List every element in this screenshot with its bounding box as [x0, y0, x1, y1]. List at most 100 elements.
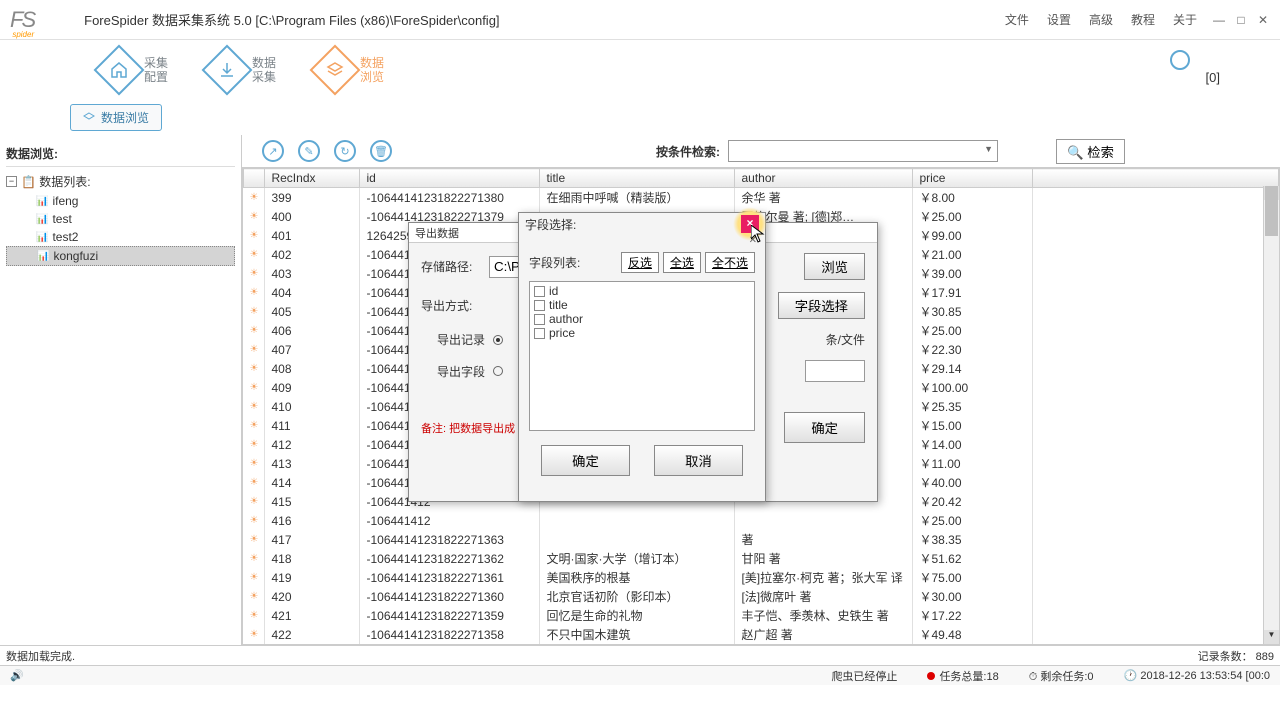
data-browse-button[interactable]: 数据 浏览 [316, 51, 384, 89]
field-item-author[interactable]: author [532, 312, 752, 326]
table-row[interactable]: ☀422-10644141231822271358不只中国木建筑赵广超 著￥49… [244, 625, 1279, 644]
export-mode-label: 导出方式: [421, 297, 481, 314]
field-item-id[interactable]: id [532, 284, 752, 298]
table-row[interactable]: ☀416-106441412￥25.00 [244, 511, 1279, 530]
data-collect-button[interactable]: 数据 采集 [208, 51, 276, 89]
task-total: 任务总量:18 [927, 668, 998, 684]
sun-icon: ☀ [244, 625, 265, 644]
checkbox[interactable] [534, 328, 545, 339]
col-author[interactable]: author [735, 169, 913, 188]
field-item-price[interactable]: price [532, 326, 752, 340]
menu-settings[interactable]: 设置 [1047, 11, 1071, 28]
sun-icon: ☀ [244, 416, 265, 435]
sun-icon: ☀ [244, 549, 265, 568]
table-row[interactable]: ☀420-10644141231822271360北京官话初阶（影印本）[法]微… [244, 587, 1279, 606]
export-records-radio[interactable] [493, 335, 503, 345]
search-label: 按条件检索: [656, 143, 720, 160]
sidebar-title: 数据浏览: [6, 141, 235, 167]
table-row[interactable]: ☀421-10644141231822271359回忆是生命的礼物丰子恺、季羡林… [244, 606, 1279, 625]
export-fields-radio[interactable] [493, 366, 503, 376]
menu-tutorial[interactable]: 教程 [1131, 11, 1155, 28]
sidebar-item-test2[interactable]: 📊test2 [6, 228, 235, 246]
menu-advanced[interactable]: 高级 [1089, 11, 1113, 28]
sun-icon: ☀ [244, 587, 265, 606]
sun-icon: ☀ [244, 606, 265, 625]
table-row[interactable]: ☀419-10644141231822271361美国秩序的根基[美]拉塞尔·柯… [244, 568, 1279, 587]
delete-icon[interactable]: 🗑 [370, 140, 392, 162]
audio-icon[interactable]: 🔊 [10, 669, 24, 682]
record-count: 记录条数： 889 [1198, 648, 1274, 663]
sun-icon: ☀ [244, 302, 265, 321]
sidebar-item-ifeng[interactable]: 📊ifeng [6, 192, 235, 210]
edit-icon[interactable]: ✎ [298, 140, 320, 162]
timestamp: 🕐 2018-12-26 13:53:54 [00:0 [1124, 669, 1270, 682]
vertical-scrollbar[interactable]: ▲ ▼ [1263, 186, 1279, 644]
dropdown-input[interactable] [805, 360, 865, 382]
dialog1-ok-button[interactable]: 确定 [784, 412, 865, 443]
checkbox[interactable] [534, 314, 545, 325]
scroll-thumb[interactable] [1265, 186, 1278, 236]
sidebar-item-kongfuzi[interactable]: 📊kongfuzi [6, 246, 235, 266]
col-id[interactable]: id [360, 169, 540, 188]
status-text: 数据加载完成. [6, 648, 75, 663]
col-recindx[interactable]: RecIndx [265, 169, 360, 188]
select-none-button[interactable]: 全不选 [705, 252, 755, 273]
menu-about[interactable]: 关于 [1173, 11, 1197, 28]
checkbox[interactable] [534, 286, 545, 297]
table-row[interactable]: ☀399-10644141231822271380在细雨中呼喊（精装版）余华 著… [244, 188, 1279, 208]
close-button[interactable]: ✕ [1256, 13, 1270, 27]
field-select-button[interactable]: 字段选择 [778, 292, 865, 319]
bar-icon: 📊 [36, 196, 48, 207]
tree-toggle[interactable]: − [6, 176, 17, 187]
col-price[interactable]: price [913, 169, 1033, 188]
sun-icon: ☀ [244, 435, 265, 454]
minimize-button[interactable]: — [1212, 13, 1226, 27]
export-icon[interactable]: ↗ [262, 140, 284, 162]
maximize-button[interactable]: □ [1234, 13, 1248, 27]
layers-icon [326, 61, 344, 79]
field-item-title[interactable]: title [532, 298, 752, 312]
table-row[interactable]: ☀417-10644141231822271363著￥38.35 [244, 530, 1279, 549]
sun-icon: ☀ [244, 283, 265, 302]
export-records-label: 导出记录 [437, 331, 485, 348]
cursor-icon [751, 225, 765, 243]
collect-config-button[interactable]: 采集 配置 [100, 51, 168, 89]
crawler-status: 爬虫已经停止 [831, 668, 897, 684]
counter: [0] [1206, 70, 1220, 85]
sun-icon: ☀ [244, 644, 265, 645]
app-logo: FS spider [10, 7, 34, 33]
dialog2-cancel-button[interactable]: 取消 [654, 445, 743, 476]
browse-button[interactable]: 浏览 [804, 253, 865, 280]
home-icon [110, 61, 128, 79]
select-all-button[interactable]: 全选 [663, 252, 701, 273]
dialog2-close-button[interactable]: × [741, 215, 759, 233]
table-row[interactable]: ☀418-10644141231822271362文明·国家·大学（增订本）甘阳… [244, 549, 1279, 568]
invert-button[interactable]: 反选 [621, 252, 659, 273]
sun-icon: ☀ [244, 359, 265, 378]
checkbox[interactable] [534, 300, 545, 311]
tree-root-label[interactable]: 📋 数据列表: [21, 173, 91, 190]
sun-icon: ☀ [244, 245, 265, 264]
scroll-down-icon[interactable]: ▼ [1264, 630, 1279, 644]
dialog2-title: 字段选择: [525, 216, 576, 233]
sidebar-item-test[interactable]: 📊test [6, 210, 235, 228]
search-button[interactable]: 🔍 检索 [1056, 139, 1125, 164]
sun-icon: ☀ [244, 454, 265, 473]
search-combo[interactable] [728, 140, 998, 162]
table-row[interactable]: ☀423-10644141231822271357康德《判断力批判》释义邓晓芒 … [244, 644, 1279, 645]
tab-data-browse[interactable]: 数据浏览 [70, 104, 162, 131]
sun-icon: ☀ [244, 530, 265, 549]
sun-icon: ☀ [244, 492, 265, 511]
bar-icon: 📊 [36, 232, 48, 243]
menu-file[interactable]: 文件 [1005, 11, 1029, 28]
sun-icon: ☀ [244, 226, 265, 245]
sun-icon: ☀ [244, 340, 265, 359]
field-select-dialog: 字段选择: × ✕ 字段列表: 反选 全选 全不选 idtitleauthorp… [518, 212, 766, 502]
sun-icon: ☀ [244, 264, 265, 283]
col-title[interactable]: title [540, 169, 735, 188]
refresh-icon[interactable]: ↻ [334, 140, 356, 162]
dialog2-ok-button[interactable]: 确定 [541, 445, 630, 476]
sun-icon: ☀ [244, 207, 265, 226]
app-title: ForeSpider 数据采集系统 5.0 [C:\Program Files … [84, 10, 499, 29]
eye-icon[interactable] [1170, 50, 1190, 70]
